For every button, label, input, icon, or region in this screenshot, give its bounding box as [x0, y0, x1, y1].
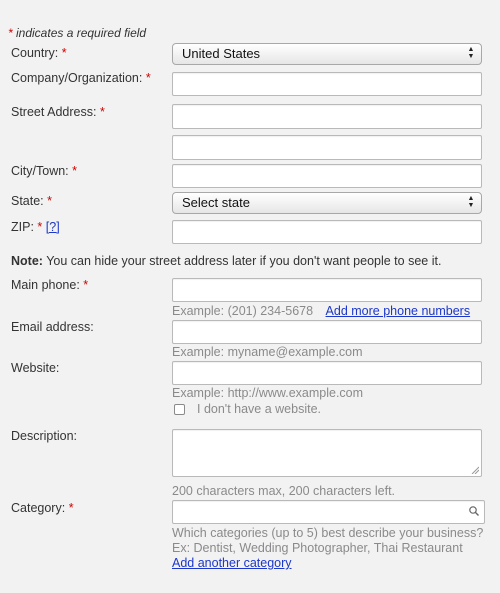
email-label: Email address:: [11, 320, 94, 334]
phone-hint-row: Example: (201) 234-5678 Add more phone n…: [172, 304, 470, 318]
required-star: *: [68, 501, 74, 515]
phone-label-text: Main phone:: [11, 278, 80, 292]
description-label: Description:: [11, 429, 77, 443]
company-label-text: Company/Organization:: [11, 71, 143, 85]
website-label: Website:: [11, 361, 59, 375]
website-hint: Example: http://www.example.com: [172, 386, 364, 400]
country-select[interactable]: United States ▲ ▼: [172, 43, 482, 65]
company-input[interactable]: [172, 72, 482, 96]
street-address-label: Street Address: *: [11, 105, 105, 119]
select-arrows-icon: ▲ ▼: [467, 195, 475, 209]
zip-help-link[interactable]: [?]: [46, 220, 60, 234]
website-label-text: Website:: [11, 361, 60, 375]
required-star: *: [83, 278, 89, 292]
street-address-line2-input[interactable]: [172, 135, 482, 160]
street-label-text: Street Address:: [11, 105, 97, 119]
required-star: *: [145, 71, 151, 85]
no-website-checkbox[interactable]: [174, 404, 185, 415]
description-label-text: Description:: [11, 429, 77, 443]
main-phone-label: Main phone: *: [11, 278, 88, 292]
city-label: City/Town: *: [11, 164, 77, 178]
street-address-line1-input[interactable]: [172, 104, 482, 129]
search-icon[interactable]: [468, 505, 480, 517]
add-another-category-link[interactable]: Add another category: [172, 556, 292, 570]
category-search-input[interactable]: [172, 500, 485, 524]
category-label-text: Category:: [11, 501, 66, 515]
required-star: *: [61, 46, 67, 60]
email-hint: Example: myname@example.com: [172, 345, 363, 359]
add-phone-numbers-link[interactable]: Add more phone numbers: [326, 304, 471, 318]
state-select-value: Select state: [182, 195, 250, 210]
street-address-note: Note: You can hide your street address l…: [11, 254, 441, 268]
country-label-text: Country:: [11, 46, 59, 60]
resize-handle-icon[interactable]: [471, 466, 479, 474]
required-star: *: [99, 105, 105, 119]
note-bold: Note:: [11, 254, 43, 268]
phone-hint: Example: (201) 234-5678: [172, 304, 314, 318]
description-hint: 200 characters max, 200 characters left.: [172, 484, 396, 498]
required-field-note: * indicates a required field: [8, 26, 146, 40]
required-note-text: indicates a required field: [12, 26, 147, 40]
website-input[interactable]: [172, 361, 482, 385]
city-label-text: City/Town:: [11, 164, 69, 178]
note-text: You can hide your street address later i…: [42, 254, 442, 268]
city-input[interactable]: [172, 164, 482, 188]
category-hint-2: Ex: Dentist, Wedding Photographer, Thai …: [172, 541, 463, 555]
country-select-value: United States: [182, 46, 261, 61]
main-phone-input[interactable]: [172, 278, 482, 302]
select-arrows-icon: ▲ ▼: [467, 46, 475, 60]
category-label: Category: *: [11, 501, 74, 515]
state-label-text: State:: [11, 194, 44, 208]
required-star: *: [47, 194, 53, 208]
required-star: *: [37, 220, 43, 234]
state-label: State: *: [11, 194, 52, 208]
email-input[interactable]: [172, 320, 482, 344]
no-website-checkbox-label[interactable]: I don't have a website.: [197, 402, 321, 416]
category-hint-1: Which categories (up to 5) best describe…: [172, 526, 484, 540]
email-label-text: Email address:: [11, 320, 94, 334]
zip-label: ZIP: * [?]: [11, 220, 60, 234]
zip-input[interactable]: [172, 220, 482, 244]
company-label: Company/Organization: *: [11, 71, 151, 85]
state-select[interactable]: Select state ▲ ▼: [172, 192, 482, 214]
country-label: Country: *: [11, 46, 67, 60]
description-textarea[interactable]: [172, 429, 482, 477]
required-star: *: [72, 164, 78, 178]
zip-label-text: ZIP:: [11, 220, 34, 234]
